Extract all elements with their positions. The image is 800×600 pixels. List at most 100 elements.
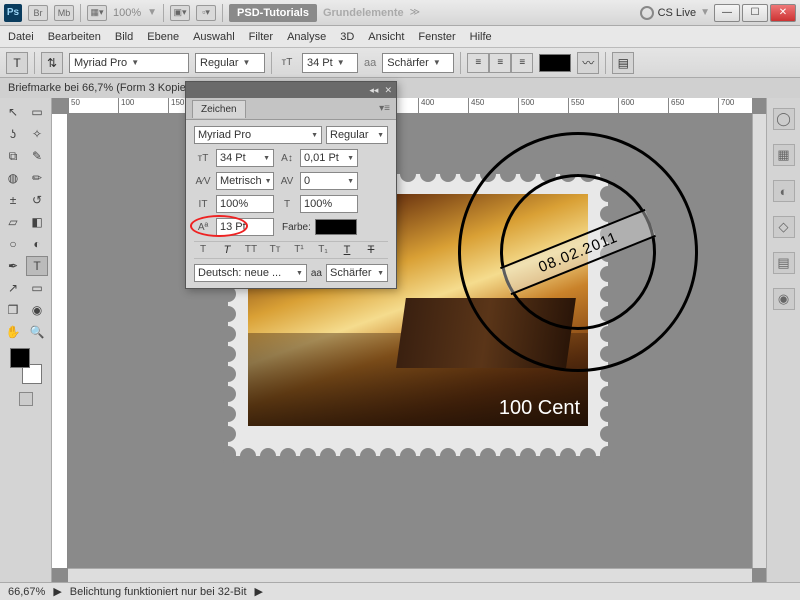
cslive-label[interactable]: CS Live	[658, 7, 697, 19]
type-tool[interactable]: T	[26, 256, 48, 276]
panel-header[interactable]: ◂◂ ✕	[186, 82, 396, 98]
menu-ebene[interactable]: Ebene	[147, 31, 179, 43]
swatches-panel-icon[interactable]: ▦	[773, 144, 795, 166]
document-tab[interactable]: Briefmarke bei 66,7% (Form 3 Kopie, RGB/…	[0, 78, 800, 98]
horizontal-ruler[interactable]: 5010015020025030035040045050055060065070…	[68, 98, 752, 114]
panel-tracking-dropdown[interactable]: 0▼	[300, 172, 358, 190]
marquee-tool[interactable]: ▭	[26, 102, 48, 122]
type-tool-preset-icon[interactable]: T	[6, 52, 28, 74]
dodge-tool[interactable]: ◐	[26, 234, 48, 254]
font-size-dropdown[interactable]: 34 Pt▼	[302, 53, 358, 73]
minibridge-button[interactable]: Mb	[54, 5, 74, 21]
window-maximize-button[interactable]: ☐	[742, 4, 768, 22]
bridge-button[interactable]: Br	[28, 5, 48, 21]
screenmode-button[interactable]: ▫▾	[196, 5, 216, 21]
3d-camera-tool[interactable]: ◉	[26, 300, 48, 320]
workspace-more-icon[interactable]: ≫	[410, 7, 420, 18]
underline-button[interactable]: T	[338, 244, 356, 256]
lasso-tool[interactable]: ʖ	[2, 124, 24, 144]
status-arrow-icon[interactable]: ▶	[53, 585, 61, 598]
allcaps-button[interactable]: TT	[242, 244, 260, 256]
view-extras-button[interactable]: ▦▾	[87, 5, 107, 21]
horizontal-scrollbar[interactable]	[68, 568, 752, 582]
zoom-tool[interactable]: 🔍	[26, 322, 48, 342]
canvas[interactable]: he Bundespost 100 Cent 08.02.2011	[68, 114, 752, 568]
cslive-dropdown-icon[interactable]: ▼	[700, 7, 710, 18]
panel-baseline-input[interactable]: 13 Pt	[216, 218, 274, 236]
antialias-dropdown[interactable]: Schärfer▼	[382, 53, 454, 73]
brush-tool[interactable]: ✏	[26, 168, 48, 188]
strike-button[interactable]: T	[362, 244, 380, 256]
panel-style-dropdown[interactable]: Regular▼	[326, 126, 388, 144]
status-arrow-icon[interactable]: ▶	[255, 585, 263, 598]
align-right-button[interactable]: ≡	[511, 53, 533, 73]
menu-bearbeiten[interactable]: Bearbeiten	[48, 31, 101, 43]
stamp-tool[interactable]: ±	[2, 190, 24, 210]
menu-bild[interactable]: Bild	[115, 31, 133, 43]
healing-tool[interactable]: ◍	[2, 168, 24, 188]
magic-wand-tool[interactable]: ✧	[26, 124, 48, 144]
vertical-ruler[interactable]	[52, 114, 68, 568]
character-panel-button[interactable]: ▤	[612, 52, 634, 74]
font-style-dropdown[interactable]: Regular▼	[195, 53, 265, 73]
menu-auswahl[interactable]: Auswahl	[193, 31, 235, 43]
panel-collapse-icon[interactable]: ◂◂	[369, 85, 378, 96]
workspace-psdtutorials[interactable]: PSD-Tutorials	[229, 4, 317, 22]
zoom-level[interactable]: 100%	[113, 7, 141, 19]
zoom-dropdown-icon[interactable]: ▼	[147, 7, 157, 18]
align-left-button[interactable]: ≡	[467, 53, 489, 73]
path-select-tool[interactable]: ↗	[2, 278, 24, 298]
status-zoom[interactable]: 66,67%	[8, 586, 45, 598]
warp-text-button[interactable]: 〰	[577, 52, 599, 74]
menu-hilfe[interactable]: Hilfe	[470, 31, 492, 43]
menu-fenster[interactable]: Fenster	[418, 31, 455, 43]
panel-leading-dropdown[interactable]: 0,01 Pt▼	[300, 149, 358, 167]
color-panel-icon[interactable]: ◯	[773, 108, 795, 130]
panel-kerning-dropdown[interactable]: Metrisch▼	[216, 172, 274, 190]
superscript-button[interactable]: T¹	[290, 244, 308, 256]
font-family-dropdown[interactable]: Myriad Pro▼	[69, 53, 189, 73]
history-brush-tool[interactable]: ↺	[26, 190, 48, 210]
panel-color-swatch[interactable]	[315, 219, 357, 235]
fg-bg-colors[interactable]	[6, 348, 46, 384]
panel-language-dropdown[interactable]: Deutsch: neue ...▼	[194, 264, 307, 282]
channels-panel-icon[interactable]: ▤	[773, 252, 795, 274]
panel-vscale-input[interactable]: 100%	[216, 195, 274, 213]
menu-ansicht[interactable]: Ansicht	[368, 31, 404, 43]
panel-menu-icon[interactable]: ▾≡	[379, 103, 390, 114]
panel-close-icon[interactable]: ✕	[384, 85, 392, 96]
menu-filter[interactable]: Filter	[249, 31, 273, 43]
arrange-button[interactable]: ▣▾	[170, 5, 190, 21]
hand-tool[interactable]: ✋	[2, 322, 24, 342]
menu-datei[interactable]: Datei	[8, 31, 34, 43]
crop-tool[interactable]: ⧉	[2, 146, 24, 166]
window-minimize-button[interactable]: —	[714, 4, 740, 22]
italic-button[interactable]: T	[218, 244, 236, 256]
move-tool[interactable]: ↖	[2, 102, 24, 122]
panel-antialias-dropdown[interactable]: Schärfer▼	[326, 264, 388, 282]
window-close-button[interactable]: ✕	[770, 4, 796, 22]
text-color-swatch[interactable]	[539, 54, 571, 72]
3d-tool[interactable]: ❒	[2, 300, 24, 320]
panel-font-dropdown[interactable]: Myriad Pro▼	[194, 126, 322, 144]
pen-tool[interactable]: ✒	[2, 256, 24, 276]
quickmask-button[interactable]	[19, 392, 33, 406]
vertical-scrollbar[interactable]	[752, 114, 766, 568]
align-center-button[interactable]: ≡	[489, 53, 511, 73]
smallcaps-button[interactable]: Tᴛ	[266, 244, 284, 256]
panel-size-dropdown[interactable]: 34 Pt▼	[216, 149, 274, 167]
subscript-button[interactable]: T₁	[314, 244, 332, 256]
tab-zeichen[interactable]: Zeichen	[192, 100, 246, 118]
blur-tool[interactable]: ○	[2, 234, 24, 254]
paths-panel-icon[interactable]: ◉	[773, 288, 795, 310]
eyedropper-tool[interactable]: ✎	[26, 146, 48, 166]
panel-hscale-input[interactable]: 100%	[300, 195, 358, 213]
foreground-color[interactable]	[10, 348, 30, 368]
adjustments-panel-icon[interactable]: ◐	[773, 180, 795, 202]
workspace-grundelemente[interactable]: Grundelemente	[323, 7, 404, 19]
gradient-tool[interactable]: ◧	[26, 212, 48, 232]
shape-tool[interactable]: ▭	[26, 278, 48, 298]
eraser-tool[interactable]: ▱	[2, 212, 24, 232]
bold-button[interactable]: T	[194, 244, 212, 256]
layers-panel-icon[interactable]: ◇	[773, 216, 795, 238]
